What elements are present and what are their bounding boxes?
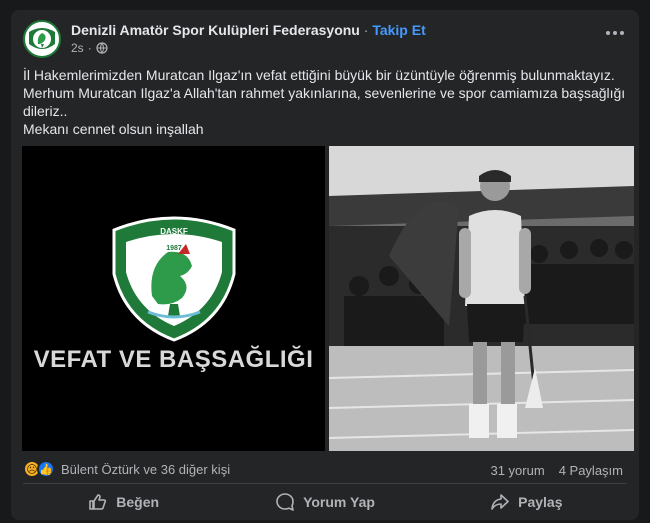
separator: · — [363, 22, 369, 38]
thumbs-up-icon — [89, 494, 107, 510]
like-button[interactable]: Beğen — [23, 486, 224, 518]
comment-icon — [276, 493, 294, 511]
post-header: Denizli Amatör Spor Kulüpleri Federasyon… — [11, 10, 639, 62]
referee-photo[interactable] — [329, 146, 634, 451]
engagement-counts: 31 yorum 4 Paylaşım — [490, 463, 623, 478]
post-text-line: Mekanı cennet olsun inşallah — [23, 121, 204, 137]
post-meta: 2s · — [71, 41, 108, 55]
logo-abbrev: DASKF — [160, 227, 188, 236]
post-text: İl Hakemlerimizden Muratcan Ilgaz'ın vef… — [23, 66, 627, 138]
post-time[interactable]: 2s — [71, 41, 84, 55]
like-label: Beğen — [116, 494, 160, 510]
post-author-line: Denizli Amatör Spor Kulüpleri Federasyon… — [71, 22, 426, 38]
meta-separator: · — [87, 41, 92, 55]
post-text-line: Merhum Muratcan Ilgaz'a Allah'tan rahmet… — [23, 85, 626, 119]
comment-count[interactable]: 31 yorum — [490, 463, 544, 478]
reaction-names[interactable]: Bülent Öztürk ve 36 diğer kişi — [61, 462, 230, 477]
condolence-headline: VEFAT VE BAŞSAĞLIĞI — [33, 346, 314, 373]
action-divider — [23, 483, 627, 484]
share-label: Paylaş — [518, 494, 563, 510]
like-reaction-icon: 👍 — [37, 460, 55, 478]
page-avatar[interactable] — [23, 20, 61, 58]
referee-photo-art — [329, 146, 634, 451]
logo-year: 1987 — [166, 245, 182, 252]
reaction-summary[interactable]: ☹ 👍 Bülent Öztürk ve 36 diğer kişi — [23, 460, 230, 478]
post-media[interactable]: DASKF 1987 VEFAT VE BAŞSAĞLIĞI — [22, 146, 634, 451]
post-actions: Beğen Yorum Yap Paylaş — [23, 486, 627, 518]
comment-label: Yorum Yap — [303, 494, 375, 510]
condolence-image[interactable]: DASKF 1987 VEFAT VE BAŞSAĞLIĞI — [22, 146, 325, 451]
share-count[interactable]: 4 Paylaşım — [559, 463, 623, 478]
globe-icon — [96, 42, 108, 54]
page-name-link[interactable]: Denizli Amatör Spor Kulüpleri Federasyon… — [71, 22, 360, 38]
share-button[interactable]: Paylaş — [426, 486, 627, 518]
post-text-line: İl Hakemlerimizden Muratcan Ilgaz'ın vef… — [23, 67, 615, 83]
more-options-icon[interactable] — [603, 24, 627, 42]
comment-button[interactable]: Yorum Yap — [224, 486, 425, 518]
share-icon — [491, 494, 509, 510]
follow-button[interactable]: Takip Et — [372, 22, 425, 38]
federation-logo: DASKF 1987 — [112, 216, 236, 342]
post-card: Denizli Amatör Spor Kulüpleri Federasyon… — [11, 10, 639, 520]
post-stats: ☹ 👍 Bülent Öztürk ve 36 diğer kişi 31 yo… — [11, 454, 639, 482]
